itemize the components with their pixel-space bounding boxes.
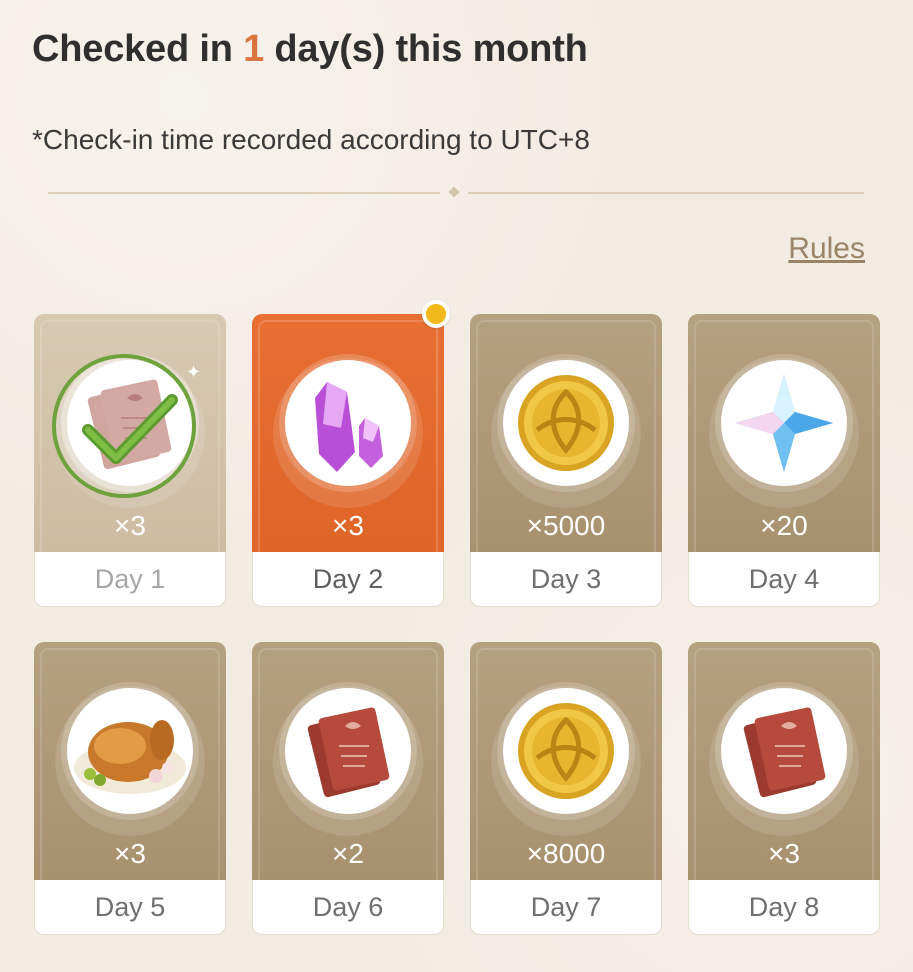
hero-wit-icon	[743, 707, 826, 798]
day-label: Day 1	[34, 552, 226, 607]
day-label: Day 3	[470, 552, 662, 607]
notification-dot	[422, 300, 450, 328]
day-card-8[interactable]: ×3 Day 8	[688, 642, 880, 936]
reward-quantity: ×3	[332, 510, 364, 541]
card-top: ×2	[252, 642, 444, 880]
day-label: Day 4	[688, 552, 880, 607]
hero-wit-icon	[307, 707, 390, 798]
day-card-6[interactable]: ×2 Day 6	[252, 642, 444, 936]
day-card-1[interactable]: ✦ ×3 Day 1	[34, 314, 226, 608]
day-label: Day 5	[34, 880, 226, 935]
reward-quantity: ×20	[760, 510, 808, 541]
reward-icon-frame	[285, 360, 411, 486]
card-top: ✦ ×3	[34, 314, 226, 552]
day-card-5[interactable]: ×3 Day 5	[34, 642, 226, 936]
reward-quantity: ×3	[114, 838, 146, 869]
card-top: ×8000	[470, 642, 662, 880]
reward-icon-frame	[67, 688, 193, 814]
page-title: Checked in 1 day(s) this month	[32, 28, 588, 71]
day-card-2[interactable]: ×3 Day 2	[252, 300, 450, 608]
day-label: Day 8	[688, 880, 880, 935]
roast-chicken-icon	[74, 720, 186, 794]
title-prefix: Checked in	[32, 28, 244, 70]
day-label: Day 2	[252, 552, 444, 607]
day-card-4[interactable]: ×20 Day 4	[688, 314, 880, 608]
day-card-3[interactable]: ×5000 Day 3	[470, 314, 662, 608]
card-top: ×3	[688, 642, 880, 880]
card-top: ×3	[252, 314, 444, 552]
card-top: ×20	[688, 314, 880, 552]
sparkle-icon: ✦	[186, 362, 202, 382]
rules-link[interactable]: Rules	[788, 232, 865, 266]
day-card-7[interactable]: ×8000 Day 7	[470, 642, 662, 936]
divider-diamond-icon	[448, 186, 460, 198]
day-label: Day 6	[252, 880, 444, 935]
timezone-note: *Check-in time recorded according to UTC…	[32, 124, 590, 155]
reward-icon-frame	[285, 688, 411, 814]
mora-icon	[518, 375, 614, 471]
checkin-page: Checked in 1 day(s) this month *Check-in…	[0, 0, 913, 972]
reward-quantity: ×3	[768, 838, 800, 869]
reward-icon-frame	[503, 360, 629, 486]
primogem-icon	[735, 374, 833, 472]
card-top: ×3	[34, 642, 226, 880]
checkin-count: 1	[243, 28, 265, 70]
reward-icon-frame	[503, 688, 629, 814]
reward-quantity: ×3	[114, 510, 146, 541]
reward-quantity: ×8000	[526, 838, 606, 869]
checkmark-icon	[82, 394, 178, 464]
reward-icon-frame	[721, 360, 847, 486]
divider-right	[468, 192, 864, 194]
reward-quantity: ×2	[332, 838, 364, 869]
card-top: ×5000	[470, 314, 662, 552]
crystal-icon	[315, 382, 383, 472]
day-label: Day 7	[470, 880, 662, 935]
reward-icon-frame	[721, 688, 847, 814]
divider-left	[48, 192, 440, 194]
title-suffix: day(s) this month	[264, 28, 588, 70]
mora-icon	[518, 703, 614, 799]
reward-quantity: ×5000	[526, 510, 606, 541]
